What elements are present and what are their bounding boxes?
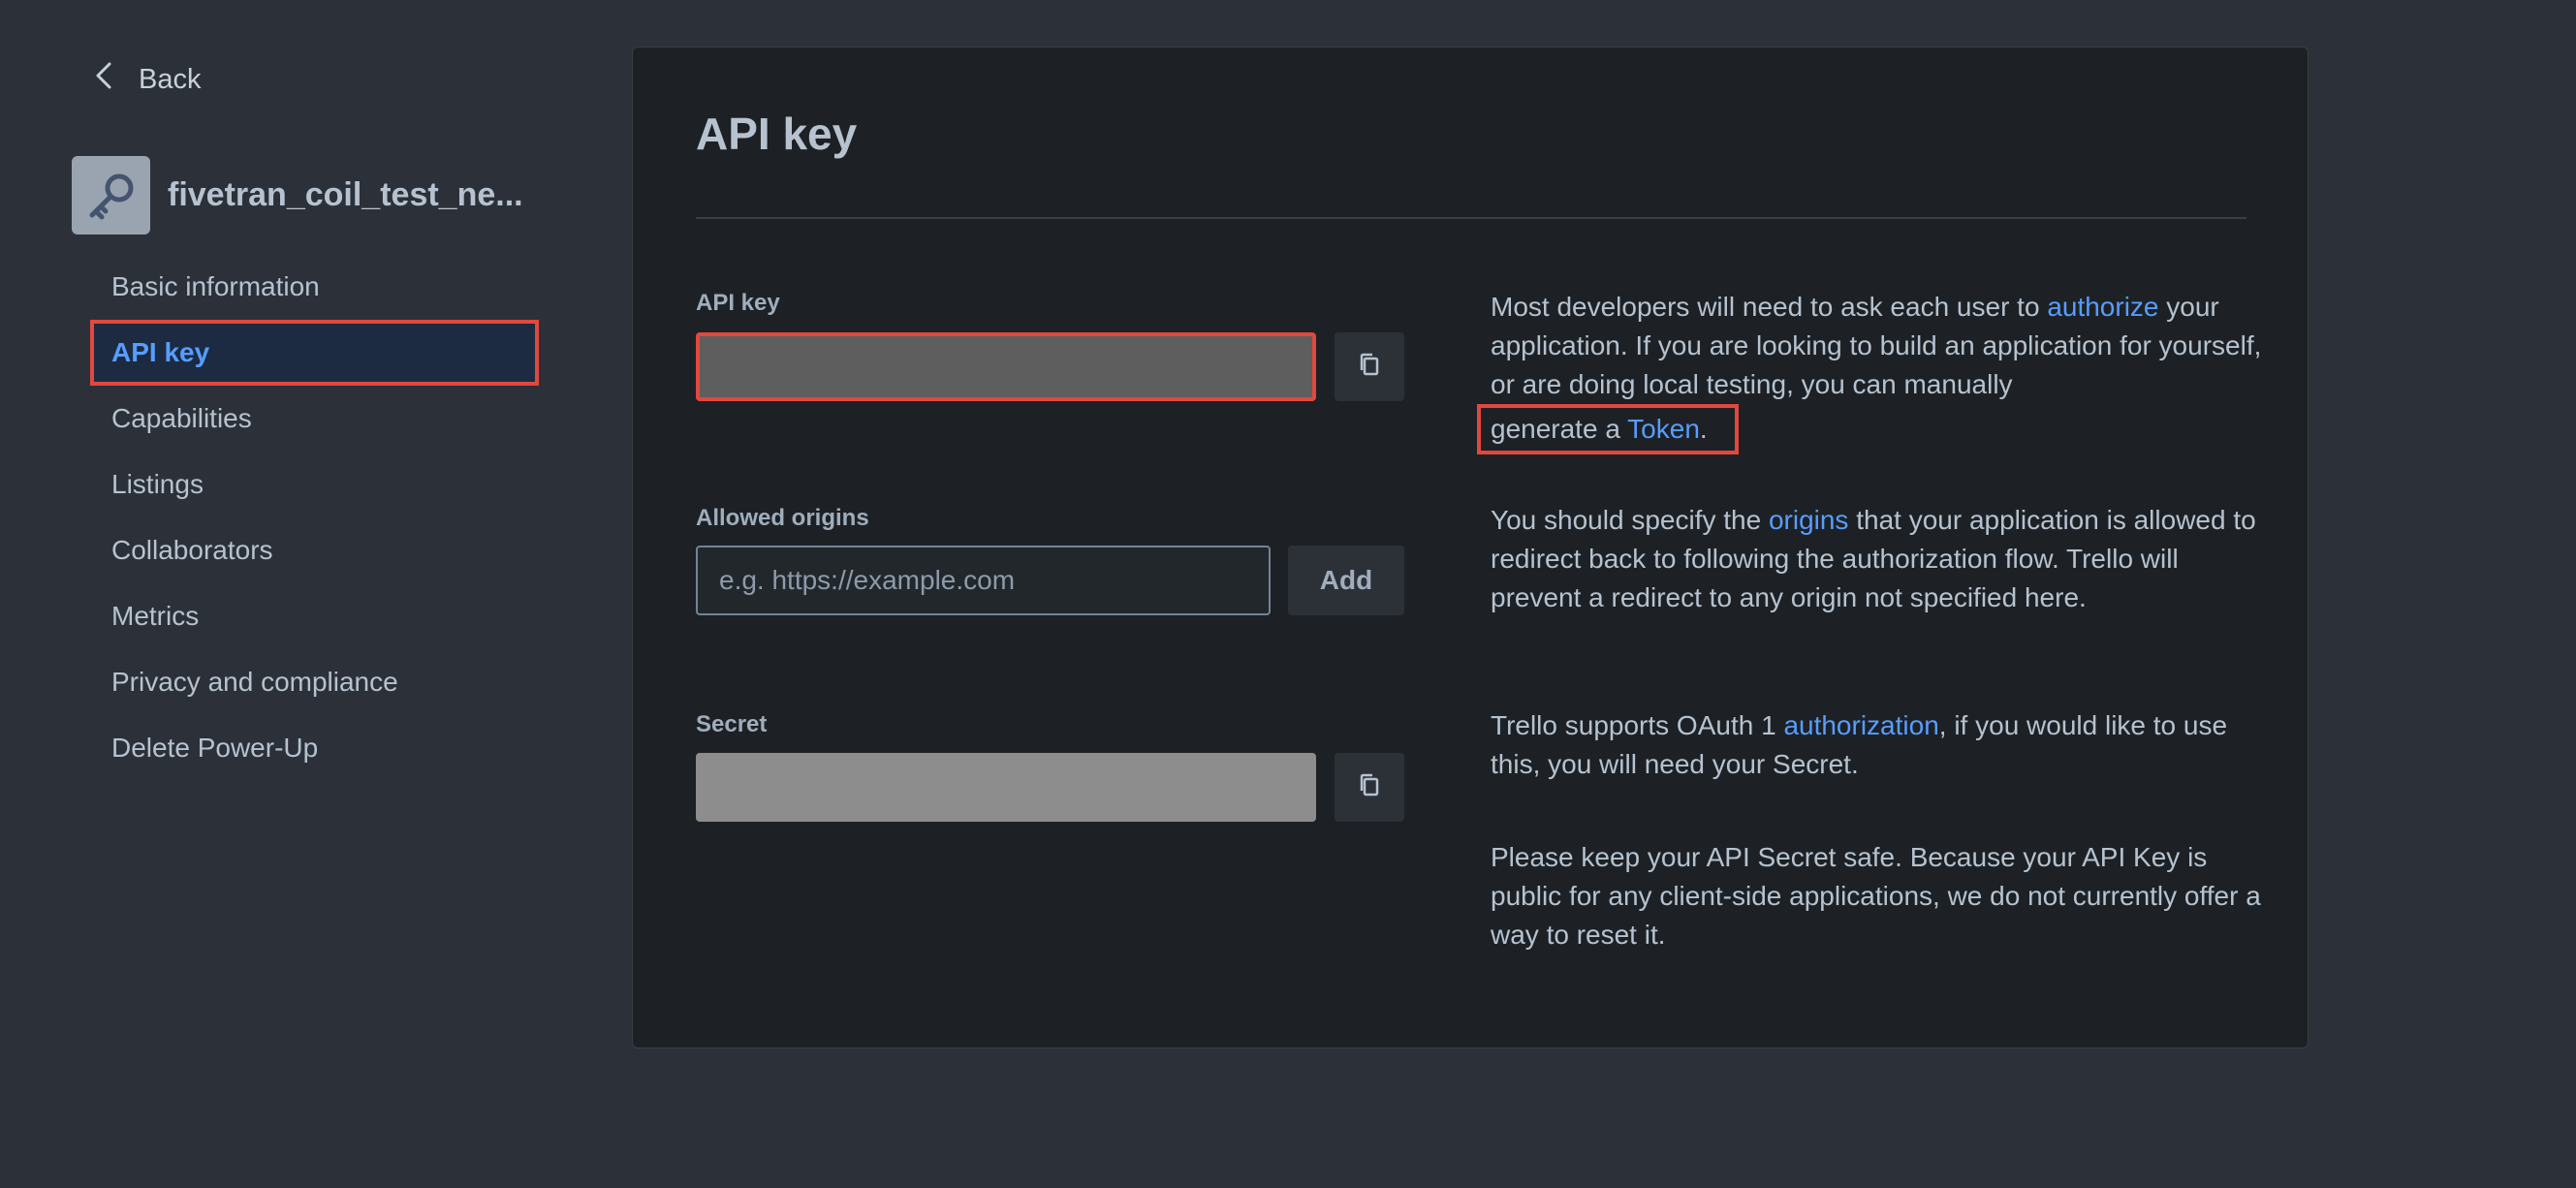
sidebar-item-listings[interactable]: Listings — [90, 452, 539, 517]
secret-description: Trello supports OAuth 1 authorization, i… — [1491, 706, 2266, 784]
back-button[interactable]: Back — [92, 58, 201, 101]
sidebar: Back fivetran_coil_test_ne... Basic info… — [0, 0, 581, 1188]
app-header: fivetran_coil_test_ne... — [72, 156, 523, 234]
add-origin-button[interactable]: Add — [1288, 546, 1404, 615]
api-key-label: API key — [696, 290, 780, 316]
api-key-desc-text-3: generate a — [1491, 414, 1628, 444]
secret-warning: Please keep your API Secret safe. Becaus… — [1491, 842, 2261, 950]
sidebar-item-collaborators[interactable]: Collaborators — [90, 517, 539, 583]
allowed-origins-label: Allowed origins — [696, 505, 869, 531]
authorization-link[interactable]: authorization — [1783, 710, 1938, 740]
api-key-description: Most developers will need to ask each us… — [1477, 288, 2266, 454]
copy-secret-button[interactable] — [1335, 753, 1404, 822]
sidebar-item-capabilities[interactable]: Capabilities — [90, 386, 539, 452]
origins-desc-text-1: You should specify the — [1491, 505, 1769, 535]
sidebar-item-delete-power-up[interactable]: Delete Power-Up — [90, 715, 539, 781]
copy-api-key-button[interactable] — [1335, 332, 1404, 401]
divider — [696, 217, 2246, 219]
copy-icon — [1358, 351, 1381, 383]
authorize-link[interactable]: authorize — [2047, 292, 2158, 322]
secret-desc-text-1: Trello supports OAuth 1 — [1491, 710, 1784, 740]
sidebar-item-metrics[interactable]: Metrics — [90, 583, 539, 649]
allowed-origins-input[interactable] — [696, 546, 1271, 615]
secret-label: Secret — [696, 711, 768, 737]
sidebar-item-privacy-and-compliance[interactable]: Privacy and compliance — [90, 649, 539, 715]
copy-icon — [1358, 771, 1381, 803]
origins-link[interactable]: origins — [1769, 505, 1848, 535]
token-highlight: generate a Token. — [1477, 404, 1739, 454]
app-name: fivetran_coil_test_ne... — [168, 176, 523, 213]
key-icon — [72, 156, 150, 234]
page-title: API key — [696, 109, 858, 159]
back-label: Back — [139, 63, 202, 95]
sidebar-nav: Basic information API key Capabilities L… — [90, 254, 539, 781]
api-key-panel: API key API key Most developers will nee… — [632, 47, 2309, 1048]
api-key-desc-text-1: Most developers will need to ask each us… — [1491, 292, 2048, 322]
api-key-field[interactable] — [696, 332, 1316, 401]
sidebar-item-basic-information[interactable]: Basic information — [90, 254, 539, 320]
sidebar-item-api-key[interactable]: API key — [90, 320, 539, 386]
api-key-desc-text-4: . — [1699, 414, 1708, 444]
chevron-left-icon — [92, 61, 117, 98]
origins-description: You should specify the origins that your… — [1491, 501, 2266, 617]
secret-field[interactable] — [696, 753, 1316, 822]
token-link[interactable]: Token — [1627, 414, 1700, 444]
